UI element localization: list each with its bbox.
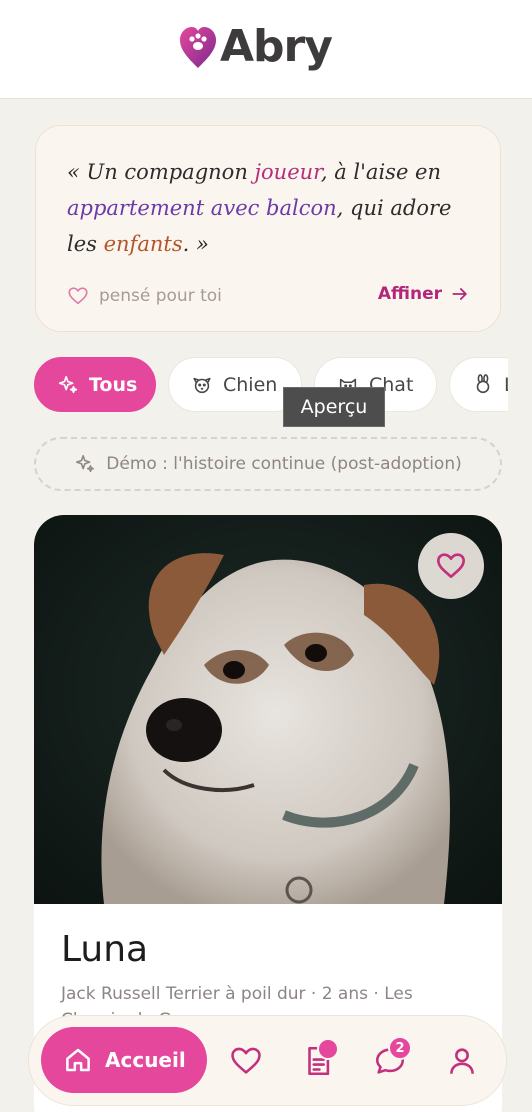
- recommendation-quote: « Un compagnon joueur, à l'aise en appar…: [67, 154, 477, 262]
- messages-count-badge: 2: [388, 1036, 412, 1060]
- sparkles-icon: [58, 375, 78, 393]
- arrow-right-icon: [452, 288, 467, 300]
- demo-story-label: Démo : l'histoire continue (post-adoptio…: [106, 454, 462, 474]
- filter-chip-all-label: Tous: [89, 373, 138, 396]
- nav-home-button[interactable]: Accueil: [41, 1027, 207, 1093]
- favorite-button[interactable]: [418, 533, 484, 599]
- pet-name: Luna: [61, 929, 149, 970]
- filter-chip-rabbit[interactable]: L: [449, 357, 508, 412]
- filter-chip-all[interactable]: Tous: [34, 357, 156, 412]
- nav-favorites-heart-icon[interactable]: [229, 1044, 263, 1078]
- quote-mid-1: , à l'aise en: [320, 160, 441, 184]
- sparkles-icon: [76, 454, 95, 473]
- preview-tooltip: Aperçu: [283, 387, 385, 427]
- for-you-text: pensé pour toi: [99, 286, 222, 306]
- filter-chip-rabbit-label: L: [504, 374, 508, 396]
- recommendation-quote-card: « Un compagnon joueur, à l'aise en appar…: [35, 125, 501, 332]
- quote-highlight-joueur: joueur: [254, 160, 321, 184]
- brand-logo[interactable]: Abry: [178, 21, 333, 72]
- quote-open: « Un compagnon: [67, 160, 255, 184]
- species-filter-bar: Tous Chien Chat L: [34, 357, 508, 413]
- demo-story-button[interactable]: Démo : l'histoire continue (post-adoptio…: [34, 437, 502, 491]
- nav-home-label: Accueil: [105, 1048, 186, 1072]
- rabbit-icon: [476, 373, 490, 393]
- refine-button[interactable]: Affiner: [378, 284, 470, 304]
- nav-profile-user-icon[interactable]: [445, 1044, 479, 1078]
- refine-label: Affiner: [377, 284, 442, 304]
- for-you-label: pensé pour toi: [67, 285, 222, 307]
- applications-notification-dot: [317, 1038, 339, 1060]
- quote-close: . »: [182, 232, 209, 256]
- dog-icon: [193, 377, 211, 393]
- app-header: Abry: [0, 0, 532, 99]
- brand-name: Abry: [220, 21, 333, 72]
- bottom-navigation: Accueil 2: [28, 1015, 507, 1106]
- home-icon: [66, 1048, 90, 1072]
- quote-highlight-enfants: enfants: [103, 232, 183, 256]
- filter-chip-dog[interactable]: Chien: [168, 357, 302, 412]
- filter-chip-dog-label: Chien: [223, 373, 278, 396]
- heart-outline-icon: [437, 553, 465, 578]
- quote-highlight-appartement: appartement avec balcon: [67, 196, 337, 220]
- heart-paw-logo-icon: [180, 27, 216, 68]
- heart-outline-icon: [68, 287, 88, 305]
